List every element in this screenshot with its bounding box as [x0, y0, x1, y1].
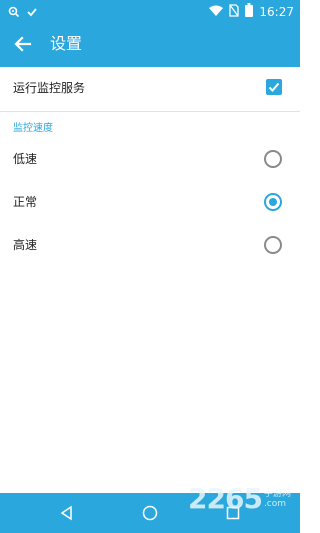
app-bar: 设置 — [0, 21, 300, 67]
back-triangle-icon[interactable] — [55, 501, 79, 525]
radio-button-low[interactable] — [264, 150, 282, 168]
page-title: 设置 — [50, 34, 83, 53]
no-sim-icon — [229, 2, 240, 21]
run-service-checkbox[interactable] — [266, 79, 282, 95]
run-service-row[interactable]: 运行监控服务 — [0, 68, 300, 108]
divider — [0, 111, 300, 112]
back-arrow-icon[interactable] — [10, 31, 36, 57]
speed-option-low[interactable]: 低速 — [0, 139, 300, 179]
speed-option-high[interactable]: 高速 — [0, 225, 300, 265]
radio-button-normal[interactable] — [264, 193, 282, 211]
radio-selected-dot — [269, 198, 277, 206]
speed-option-label: 正常 — [13, 195, 38, 209]
recents-square-icon[interactable] — [221, 501, 245, 525]
check-icon — [26, 3, 38, 22]
home-circle-icon[interactable] — [138, 501, 162, 525]
section-header-speed: 监控速度 — [13, 123, 53, 134]
run-service-label: 运行监控服务 — [13, 81, 86, 95]
speed-option-normal[interactable]: 正常 — [0, 182, 300, 222]
checkmark-icon — [268, 82, 280, 92]
notification-icon — [8, 3, 20, 22]
status-bar: 16:27 — [0, 0, 300, 21]
status-right: 16:27 — [209, 2, 294, 21]
navigation-bar — [0, 493, 300, 533]
wifi-icon — [209, 2, 224, 21]
radio-button-high[interactable] — [264, 236, 282, 254]
speed-option-label: 高速 — [13, 238, 38, 252]
battery-icon — [245, 2, 254, 21]
status-time: 16:27 — [259, 4, 294, 19]
speed-option-label: 低速 — [13, 152, 38, 166]
status-left — [8, 3, 38, 22]
